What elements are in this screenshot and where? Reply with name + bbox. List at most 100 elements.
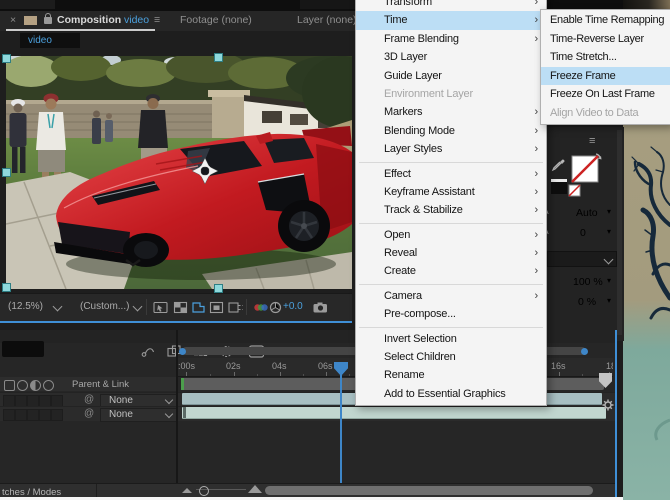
ruler-label: 04s [272, 361, 287, 371]
submenu-item-enable-time-remapping[interactable]: Enable Time Remapping [541, 11, 670, 30]
tracking-value[interactable]: 0 [580, 227, 586, 239]
menu-item-blending-mode[interactable]: Blending Mode› [356, 122, 546, 140]
transparency-grid-icon[interactable] [172, 300, 189, 315]
zoom-in-mountain-icon[interactable] [248, 485, 262, 493]
fill-stroke-swatches[interactable] [568, 152, 602, 198]
menu-item-time[interactable]: Time› [356, 11, 546, 29]
menu-item-track-stabilize[interactable]: Track & Stabilize› [356, 201, 546, 219]
chevron-down-icon [165, 395, 173, 403]
submenu-item-align-video-to-data: Align Video to Data [541, 104, 670, 123]
caret-down-icon[interactable]: ▾ [607, 276, 611, 285]
resolution-dropdown[interactable]: (Custom...) [80, 301, 129, 312]
snapshot-camera-icon[interactable] [312, 300, 329, 315]
current-time-field[interactable] [2, 341, 44, 357]
menu-item-effect[interactable]: Effect› [356, 165, 546, 183]
gear-icon[interactable] [601, 398, 615, 412]
submenu-arrow-icon: › [535, 0, 538, 11]
submenu-item-time-stretch[interactable]: Time Stretch... [541, 48, 670, 67]
menu-item-guide-layer[interactable]: Guide Layer [356, 67, 546, 85]
panel-scrollbar[interactable] [617, 130, 622, 335]
tab-footage[interactable]: Footage (none) [180, 14, 252, 26]
close-icon[interactable]: × [10, 14, 16, 26]
caret-down-icon[interactable]: ▾ [607, 296, 611, 305]
layer-handle-bottom-left[interactable] [2, 283, 11, 292]
toolbar-divider [246, 299, 247, 315]
panel-menu-icon[interactable]: ≡ [589, 135, 595, 147]
active-panel-border-right [615, 330, 617, 497]
menu-item-reveal[interactable]: Reveal› [356, 244, 546, 262]
kerning-value[interactable]: Auto [576, 207, 598, 219]
panel-menu-icon[interactable]: ≡ [154, 14, 160, 26]
timeline-zoom-knob[interactable] [199, 486, 209, 496]
menu-item-transform[interactable]: Transform› [356, 0, 546, 11]
menu-item-create[interactable]: Create› [356, 262, 546, 280]
mask-visibility-icon[interactable] [208, 300, 225, 315]
tab-composition-label[interactable]: Composition [57, 14, 121, 26]
menu-item-pre-compose[interactable]: Pre-compose... [356, 305, 546, 323]
layer-handle-top-left[interactable] [2, 54, 11, 63]
caret-down-icon[interactable]: ▾ [607, 207, 611, 216]
tab-layer[interactable]: Layer (none) [297, 14, 357, 26]
fill-opacity-value[interactable]: 100 % [573, 276, 603, 288]
submenu-item-freeze-on-last-frame[interactable]: Freeze On Last Frame [541, 85, 670, 104]
toolbar-divider [146, 299, 147, 315]
menu-item-invert-selection[interactable]: Invert Selection [356, 330, 546, 348]
submenu-arrow-icon: › [535, 201, 538, 219]
navigator-start-handle[interactable] [179, 348, 186, 355]
layer-handle-top-mid[interactable] [214, 53, 223, 62]
active-panel-border [0, 321, 352, 323]
navigator-end-handle[interactable] [581, 348, 588, 355]
column-divider [176, 330, 178, 483]
layer-handle-bottom-mid[interactable] [214, 284, 223, 293]
character-panel-dropdown[interactable] [547, 251, 617, 267]
lock-icon[interactable] [44, 17, 52, 24]
menu-item-select-children[interactable]: Select Children [356, 348, 546, 366]
submenu-arrow-icon: › [535, 122, 538, 140]
composition-color-swatch [24, 16, 37, 25]
stroke-width-value[interactable]: 0 % [578, 296, 596, 308]
caret-down-icon[interactable]: ▾ [607, 227, 611, 236]
hand-snapshot-tool-icon[interactable] [152, 300, 169, 315]
pickwhip-icon[interactable]: @ [84, 394, 94, 405]
horizontal-scrollbar[interactable] [265, 486, 593, 495]
parent-link-header[interactable]: Parent & Link [72, 379, 129, 390]
time-submenu: Enable Time Remapping Time-Reverse Layer… [540, 9, 670, 125]
parent-dropdown-2[interactable]: None [100, 408, 178, 422]
guides-proxy-icon[interactable] [227, 300, 244, 315]
zoom-out-mountain-icon[interactable] [182, 488, 192, 493]
pickwhip-icon[interactable]: @ [84, 408, 94, 419]
menu-item-camera[interactable]: Camera› [356, 287, 546, 305]
tab-composition-name[interactable]: video [124, 14, 149, 26]
menu-item-add-to-essential-graphics[interactable]: Add to Essential Graphics [356, 385, 546, 403]
layer-handle-left-mid[interactable] [2, 168, 11, 177]
toggle-switches-modes-button[interactable]: tches / Modes [2, 487, 61, 498]
graph-editor-toggle-icon[interactable] [43, 380, 54, 391]
menu-item-frame-blending[interactable]: Frame Blending› [356, 30, 546, 48]
region-of-interest-icon[interactable] [190, 300, 207, 315]
menu-item-markers[interactable]: Markers› [356, 103, 546, 121]
black-white-swatch[interactable] [551, 179, 567, 194]
menu-item-keyframe-assistant[interactable]: Keyframe Assistant› [356, 183, 546, 201]
motion-blur-toggle-icon[interactable] [30, 380, 41, 391]
menu-item-3d-layer[interactable]: 3D Layer [356, 48, 546, 66]
eyedropper-icon[interactable] [551, 158, 566, 173]
playhead-line [340, 374, 342, 483]
submenu-item-freeze-frame[interactable]: Freeze Frame [541, 67, 670, 86]
submenu-item-time-reverse-layer[interactable]: Time-Reverse Layer [541, 30, 670, 49]
parent-pickwhip-icon[interactable] [140, 344, 157, 359]
exposure-shutter-icon[interactable] [267, 300, 284, 315]
submenu-arrow-icon: › [535, 183, 538, 201]
composition-preview-image[interactable] [6, 56, 352, 289]
menu-item-open[interactable]: Open› [356, 226, 546, 244]
composition-shy-icon[interactable] [4, 380, 15, 391]
menu-item-rename[interactable]: Rename [356, 366, 546, 384]
chevron-down-icon [604, 255, 614, 265]
layer-duration-bar-2[interactable] [182, 407, 606, 419]
selected-layer-chip[interactable]: video [20, 33, 80, 48]
magnification-dropdown[interactable]: (12.5%) [8, 301, 43, 312]
frame-blend-toggle-icon[interactable] [17, 380, 28, 391]
exposure-value[interactable]: +0.0 [283, 301, 303, 312]
menu-item-layer-styles[interactable]: Layer Styles› [356, 140, 546, 158]
chevron-down-icon [165, 409, 173, 417]
submenu-arrow-icon: › [535, 165, 538, 183]
